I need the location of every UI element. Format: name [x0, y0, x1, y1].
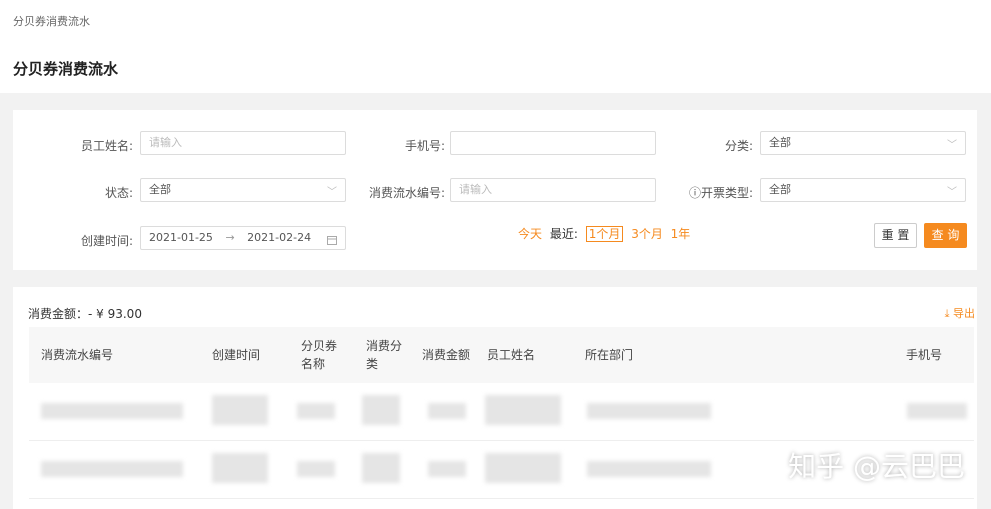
total-amount: 消费金额：- ¥ 93.00 — [28, 307, 142, 321]
quick-1-year[interactable]: 1年 — [671, 227, 691, 241]
export-icon: ⤓ — [944, 307, 950, 320]
redacted-cell — [485, 395, 561, 425]
invoice-type-select[interactable]: 全部 ﹀ — [760, 178, 966, 202]
redacted-cell — [297, 403, 335, 419]
redacted-cell — [587, 403, 711, 419]
serial-no-input[interactable]: 请输入 — [450, 178, 656, 202]
created-time-label: 创建时间: — [80, 234, 133, 248]
chevron-down-icon: ﹀ — [947, 140, 957, 151]
redacted-cell — [41, 403, 183, 419]
header-area: 分贝券消费流水 分贝券消费流水 — [0, 0, 991, 93]
reset-button[interactable]: 重 置 — [874, 223, 917, 248]
quick-today[interactable]: 今天 — [518, 227, 542, 241]
category-value: 全部 — [769, 136, 791, 149]
quick-date-range: 今天 最近: 1个月 3个月 1年 — [518, 225, 694, 242]
watermark: 知乎 @云巴巴 — [788, 450, 965, 483]
redacted-cell — [428, 403, 466, 419]
col-category: 消费分类 — [366, 339, 403, 371]
col-voucher-name: 分贝券名称 — [301, 339, 338, 371]
col-serial-no: 消费流水编号 — [41, 348, 114, 362]
chevron-down-icon: ﹀ — [327, 187, 337, 198]
date-start: 2021-01-25 — [149, 231, 213, 244]
search-button[interactable]: 查 询 — [924, 223, 967, 248]
redacted-cell — [41, 461, 183, 477]
redacted-cell — [907, 403, 967, 419]
quick-recent-label: 最近: — [549, 227, 578, 241]
quick-1-month[interactable]: 1个月 — [585, 226, 624, 242]
date-range-picker[interactable]: 2021-01-25 → 2021-02-24 — [140, 226, 346, 250]
quick-3-months[interactable]: 3个月 — [631, 227, 663, 241]
employee-name-input[interactable]: 请输入 — [140, 131, 346, 155]
col-employee-name: 员工姓名 — [487, 348, 536, 362]
redacted-cell — [362, 395, 400, 425]
status-label: 状态: — [104, 186, 133, 200]
col-department: 所在部门 — [585, 348, 634, 362]
page-title: 分贝券消费流水 — [13, 60, 119, 78]
redacted-cell — [587, 461, 711, 477]
filter-panel: 员工姓名: 请输入 手机号: 分类: 全部 ﹀ 状态: 全部 ﹀ 消费流水编号:… — [13, 110, 977, 270]
table-header: 消费流水编号 创建时间 分贝券名称 消费分类 消费金额 员工姓名 所在部门 手机… — [29, 327, 974, 383]
chevron-down-icon: ﹀ — [947, 187, 957, 198]
redacted-cell — [485, 453, 561, 483]
date-range-arrow: → — [225, 231, 235, 244]
calendar-icon — [327, 232, 337, 254]
invoice-type-value: 全部 — [769, 183, 791, 196]
redacted-cell — [362, 453, 400, 483]
phone-input[interactable] — [450, 131, 656, 155]
status-select[interactable]: 全部 ﹀ — [140, 178, 346, 202]
redacted-cell — [428, 461, 466, 477]
date-end: 2021-02-24 — [247, 231, 312, 244]
export-label: 导出 — [953, 307, 975, 320]
redacted-cell — [297, 461, 335, 477]
table-row[interactable] — [29, 383, 974, 441]
phone-label: 手机号: — [404, 139, 445, 153]
category-select[interactable]: 全部 ﹀ — [760, 131, 966, 155]
employee-name-label: 员工姓名: — [80, 139, 133, 153]
col-amount: 消费金额 — [422, 348, 471, 362]
status-value: 全部 — [149, 183, 171, 196]
redacted-cell — [212, 395, 268, 425]
redacted-cell — [212, 453, 268, 483]
breadcrumb[interactable]: 分贝券消费流水 — [13, 13, 90, 29]
col-created-time: 创建时间 — [212, 348, 261, 362]
col-phone: 手机号 — [906, 348, 943, 362]
export-button[interactable]: ⤓ 导出 — [945, 305, 975, 321]
serial-no-label: 消费流水编号: — [368, 186, 445, 200]
invoice-type-label: ⓘ开票类型: — [688, 186, 753, 200]
category-label: 分类: — [724, 139, 753, 153]
